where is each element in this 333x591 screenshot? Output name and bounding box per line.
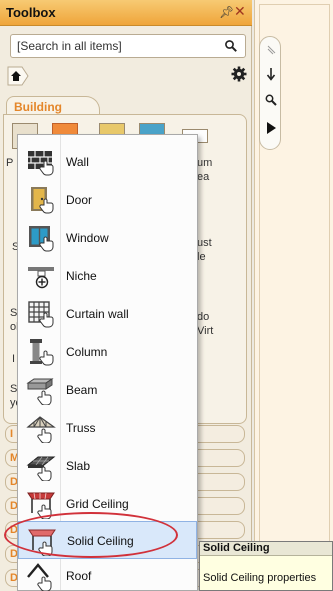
toolbox-title-bar[interactable]: Toolbox 📌︎ ✕ bbox=[0, 0, 252, 26]
menu-item-niche[interactable]: Niche bbox=[18, 257, 197, 295]
menu-item-label: Window bbox=[66, 231, 109, 245]
truss-icon bbox=[26, 416, 56, 443]
highlight-ring bbox=[4, 512, 178, 558]
partial-tool-label: I bbox=[12, 353, 16, 365]
menu-item-truss[interactable]: Truss bbox=[18, 409, 197, 447]
curtain-wall-icon bbox=[28, 301, 54, 328]
roof-icon bbox=[27, 563, 52, 591]
zoom-icon[interactable] bbox=[264, 93, 278, 107]
play-icon[interactable] bbox=[264, 121, 278, 135]
partial-tool-label: Virt bbox=[197, 325, 214, 337]
menu-item-label: Niche bbox=[66, 269, 97, 283]
menu-item-label: Roof bbox=[66, 569, 92, 583]
search-icon[interactable] bbox=[224, 39, 238, 53]
slab-icon bbox=[26, 456, 56, 481]
menu-item-label: Grid Ceiling bbox=[66, 497, 129, 511]
category-label: Building bbox=[14, 100, 62, 114]
partial-tool-label: P bbox=[6, 157, 14, 169]
menu-item-column[interactable]: Column bbox=[18, 333, 197, 371]
tooltip-title: Solid Ceiling bbox=[200, 542, 332, 556]
menu-item-slab[interactable]: Slab bbox=[18, 447, 197, 485]
search-box[interactable] bbox=[10, 34, 246, 58]
partial-tool-label: le bbox=[197, 251, 206, 263]
search-input[interactable] bbox=[17, 38, 217, 54]
home-icon[interactable] bbox=[6, 66, 30, 86]
partial-tool-label: ea bbox=[197, 171, 210, 183]
toolbox-title: Toolbox bbox=[6, 5, 56, 20]
navigation-strip bbox=[259, 36, 281, 150]
scroll-down-icon[interactable] bbox=[264, 67, 278, 81]
gear-icon[interactable] bbox=[231, 66, 247, 82]
menu-item-label: Column bbox=[66, 345, 108, 359]
tooltip: Solid Ceiling Solid Ceiling properties bbox=[199, 541, 333, 591]
menu-item-wall[interactable]: Wall bbox=[18, 143, 197, 181]
pin-icon[interactable]: 📌︎ bbox=[219, 5, 234, 19]
niche-icon bbox=[28, 267, 54, 289]
wall-icon bbox=[28, 151, 54, 176]
menu-item-door[interactable]: Door bbox=[18, 181, 197, 219]
menu-item-beam[interactable]: Beam bbox=[18, 371, 197, 409]
menu-item-roof[interactable]: Roof bbox=[18, 557, 197, 591]
partial-tool-label: um bbox=[197, 157, 213, 169]
column-icon bbox=[30, 339, 54, 366]
tooltip-description: Solid Ceiling properties bbox=[203, 572, 317, 584]
menu-item-label: Wall bbox=[66, 155, 89, 169]
menu-item-window[interactable]: Window bbox=[18, 219, 197, 257]
category-tab-building[interactable]: Building bbox=[6, 96, 100, 116]
menu-item-curtain-wall[interactable]: Curtain wall bbox=[18, 295, 197, 333]
partial-tool-label: ust bbox=[197, 237, 212, 249]
drag-handle-icon[interactable] bbox=[264, 43, 278, 57]
beam-icon bbox=[26, 378, 54, 405]
menu-item-label: Door bbox=[66, 193, 93, 207]
menu-item-label: Slab bbox=[66, 459, 91, 473]
menu-item-label: Beam bbox=[66, 383, 98, 397]
close-icon[interactable]: ✕ bbox=[234, 3, 246, 20]
partial-tool-label: do bbox=[197, 311, 210, 323]
menu-item-label: Truss bbox=[66, 421, 96, 435]
door-icon bbox=[31, 187, 54, 214]
window-icon bbox=[29, 226, 54, 252]
menu-item-label: Curtain wall bbox=[66, 307, 129, 321]
